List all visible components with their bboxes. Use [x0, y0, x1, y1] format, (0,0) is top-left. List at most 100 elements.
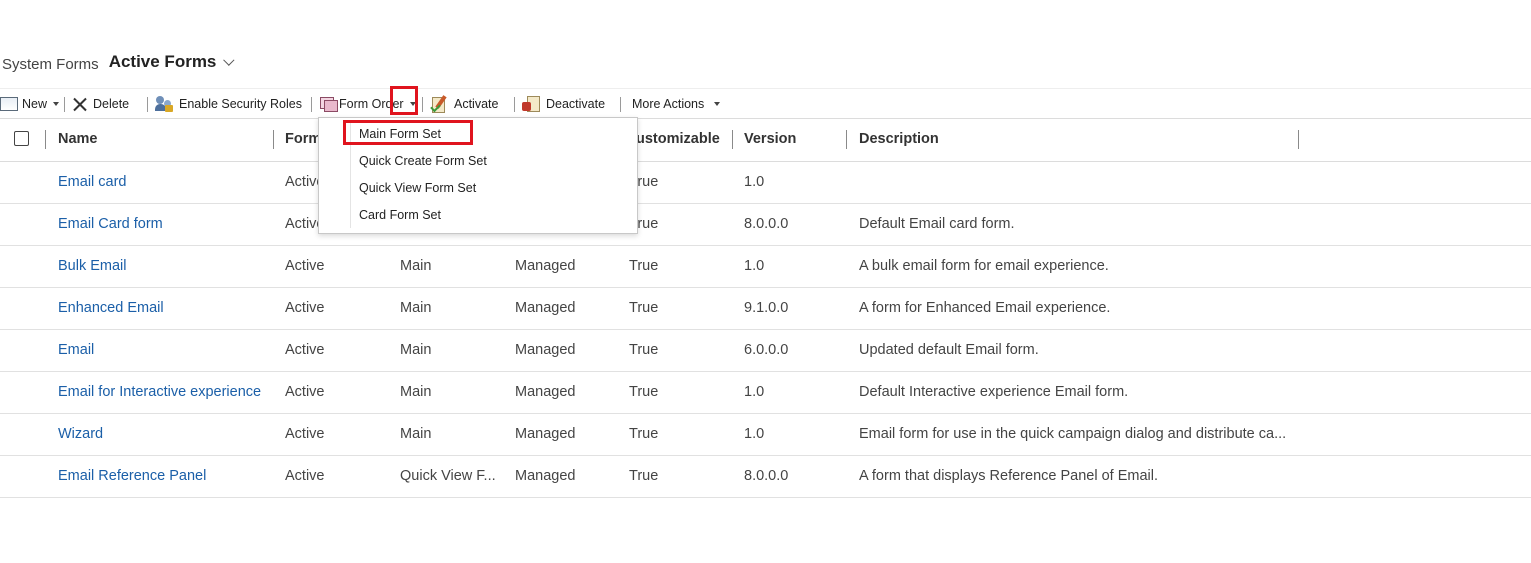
row-customizable: True	[629, 258, 659, 274]
deactivate-icon	[522, 95, 540, 112]
row-description: Default Interactive experience Email for…	[859, 384, 1129, 400]
grid-header: Name Form ustomizable Version Descriptio…	[0, 118, 1531, 162]
table-row[interactable]: Wizard Active Main Managed True 1.0 Emai…	[0, 414, 1531, 456]
enable-security-roles-label: Enable Security Roles	[179, 96, 302, 111]
more-actions-label: More Actions	[632, 96, 705, 111]
row-version: 1.0	[744, 258, 765, 274]
caret-down-icon[interactable]	[409, 101, 416, 106]
activate-icon	[430, 94, 448, 113]
row-form-type: Main	[400, 258, 432, 274]
forms-grid: Name Form ustomizable Version Descriptio…	[0, 118, 1531, 498]
row-description	[859, 162, 1299, 203]
delete-button[interactable]: Delete	[73, 89, 129, 118]
chevron-down-icon[interactable]	[223, 54, 235, 66]
toolbar-separator	[311, 97, 312, 112]
menu-item-quick-create-form-set[interactable]: Quick Create Form Set	[359, 151, 487, 171]
row-description: A form for Enhanced Email experience.	[859, 300, 1111, 316]
row-status: Active	[285, 384, 325, 400]
row-version: 1.0	[744, 426, 765, 442]
toolbar-separator	[514, 97, 515, 112]
row-customizable: True	[629, 300, 659, 316]
column-divider	[846, 130, 847, 149]
row-name-link[interactable]: Email	[58, 330, 94, 371]
row-version: 8.0.0.0	[744, 468, 789, 484]
row-form-type: Main	[400, 384, 432, 400]
row-status: Active	[285, 426, 325, 442]
row-version: 8.0.0.0	[744, 216, 789, 232]
table-row[interactable]: Bulk Email Active Main Managed True 1.0 …	[0, 246, 1531, 288]
toolbar-separator	[147, 97, 148, 112]
row-form-type: Quick View F...	[400, 468, 496, 484]
new-button[interactable]: New	[0, 89, 60, 118]
row-name-link[interactable]: Email Reference Panel	[58, 456, 206, 497]
column-header-name[interactable]: Name	[58, 118, 98, 161]
column-header-customizable[interactable]: ustomizable	[636, 118, 720, 161]
activate-button[interactable]: Activate	[430, 89, 498, 118]
menu-item-quick-view-form-set[interactable]: Quick View Form Set	[359, 178, 476, 198]
row-name-link[interactable]: Email card	[58, 162, 127, 203]
table-row[interactable]: Email Card form Active True 8.0.0.0 Defa…	[0, 204, 1531, 246]
row-form-type: Main	[400, 426, 432, 442]
row-customizable: True	[629, 468, 659, 484]
row-version: 1.0	[744, 384, 765, 400]
new-label: New	[22, 96, 48, 111]
row-state: Managed	[515, 426, 576, 442]
new-icon	[0, 96, 18, 111]
column-header-description[interactable]: Description	[859, 118, 939, 161]
row-description: A form that displays Reference Panel of …	[859, 468, 1159, 484]
menu-gutter	[350, 122, 351, 228]
row-description: Email form for use in the quick campaign…	[859, 426, 1287, 442]
table-row[interactable]: Email Active Main Managed True 6.0.0.0 U…	[0, 330, 1531, 372]
row-status: Active	[285, 300, 325, 316]
menu-item-card-form-set[interactable]: Card Form Set	[359, 205, 441, 225]
command-bar: New Delete Enable Security Roles Form Or…	[0, 88, 1531, 119]
row-state: Managed	[515, 258, 576, 274]
row-customizable: True	[629, 384, 659, 400]
view-selector[interactable]: Active Forms	[109, 52, 217, 72]
row-customizable: True	[629, 342, 659, 358]
row-name-link[interactable]: Email for Interactive experience	[58, 372, 261, 413]
row-description: A bulk email form for email experience.	[859, 258, 1109, 274]
form-order-menu: Main Form Set Quick Create Form Set Quic…	[318, 117, 638, 234]
deactivate-button[interactable]: Deactivate	[522, 89, 605, 118]
row-name-link[interactable]: Enhanced Email	[58, 288, 164, 329]
enable-security-roles-button[interactable]: Enable Security Roles	[155, 89, 302, 118]
menu-item-main-form-set[interactable]: Main Form Set	[359, 124, 441, 144]
column-header-version[interactable]: Version	[744, 118, 796, 161]
table-row[interactable]: Email card Active True 1.0	[0, 162, 1531, 204]
row-form-type: Main	[400, 342, 432, 358]
table-row[interactable]: Enhanced Email Active Main Managed True …	[0, 288, 1531, 330]
row-version: 1.0	[744, 174, 765, 190]
column-divider	[732, 130, 733, 149]
toolbar-separator	[620, 97, 621, 112]
form-order-label: Form Order	[339, 96, 404, 111]
table-row[interactable]: Email for Interactive experience Active …	[0, 372, 1531, 414]
row-name-link[interactable]: Wizard	[58, 414, 103, 455]
toolbar-separator	[422, 97, 423, 112]
column-divider	[1298, 130, 1299, 149]
row-name-link[interactable]: Email Card form	[58, 204, 163, 245]
select-all-checkbox[interactable]	[14, 131, 29, 146]
row-version: 6.0.0.0	[744, 342, 789, 358]
table-row[interactable]: Email Reference Panel Active Quick View …	[0, 456, 1531, 498]
row-form-type: Main	[400, 300, 432, 316]
delete-icon	[73, 97, 87, 111]
view-label: System Forms	[2, 56, 99, 73]
row-state: Managed	[515, 300, 576, 316]
caret-down-icon[interactable]	[714, 101, 721, 106]
column-divider	[273, 130, 274, 149]
row-name-link[interactable]: Bulk Email	[58, 246, 127, 287]
row-version: 9.1.0.0	[744, 300, 789, 316]
view-title: System Forms Active Forms	[0, 52, 235, 78]
column-header-form[interactable]: Form	[285, 118, 321, 161]
column-divider	[45, 130, 46, 149]
row-status: Active	[285, 468, 325, 484]
more-actions-button[interactable]: More Actions	[632, 89, 721, 118]
row-status: Active	[285, 258, 325, 274]
caret-down-icon[interactable]	[53, 101, 60, 106]
row-status: Active	[285, 342, 325, 358]
form-order-icon	[320, 96, 338, 112]
form-order-button[interactable]: Form Order	[320, 89, 416, 118]
row-state: Managed	[515, 342, 576, 358]
toolbar-separator	[64, 97, 65, 112]
